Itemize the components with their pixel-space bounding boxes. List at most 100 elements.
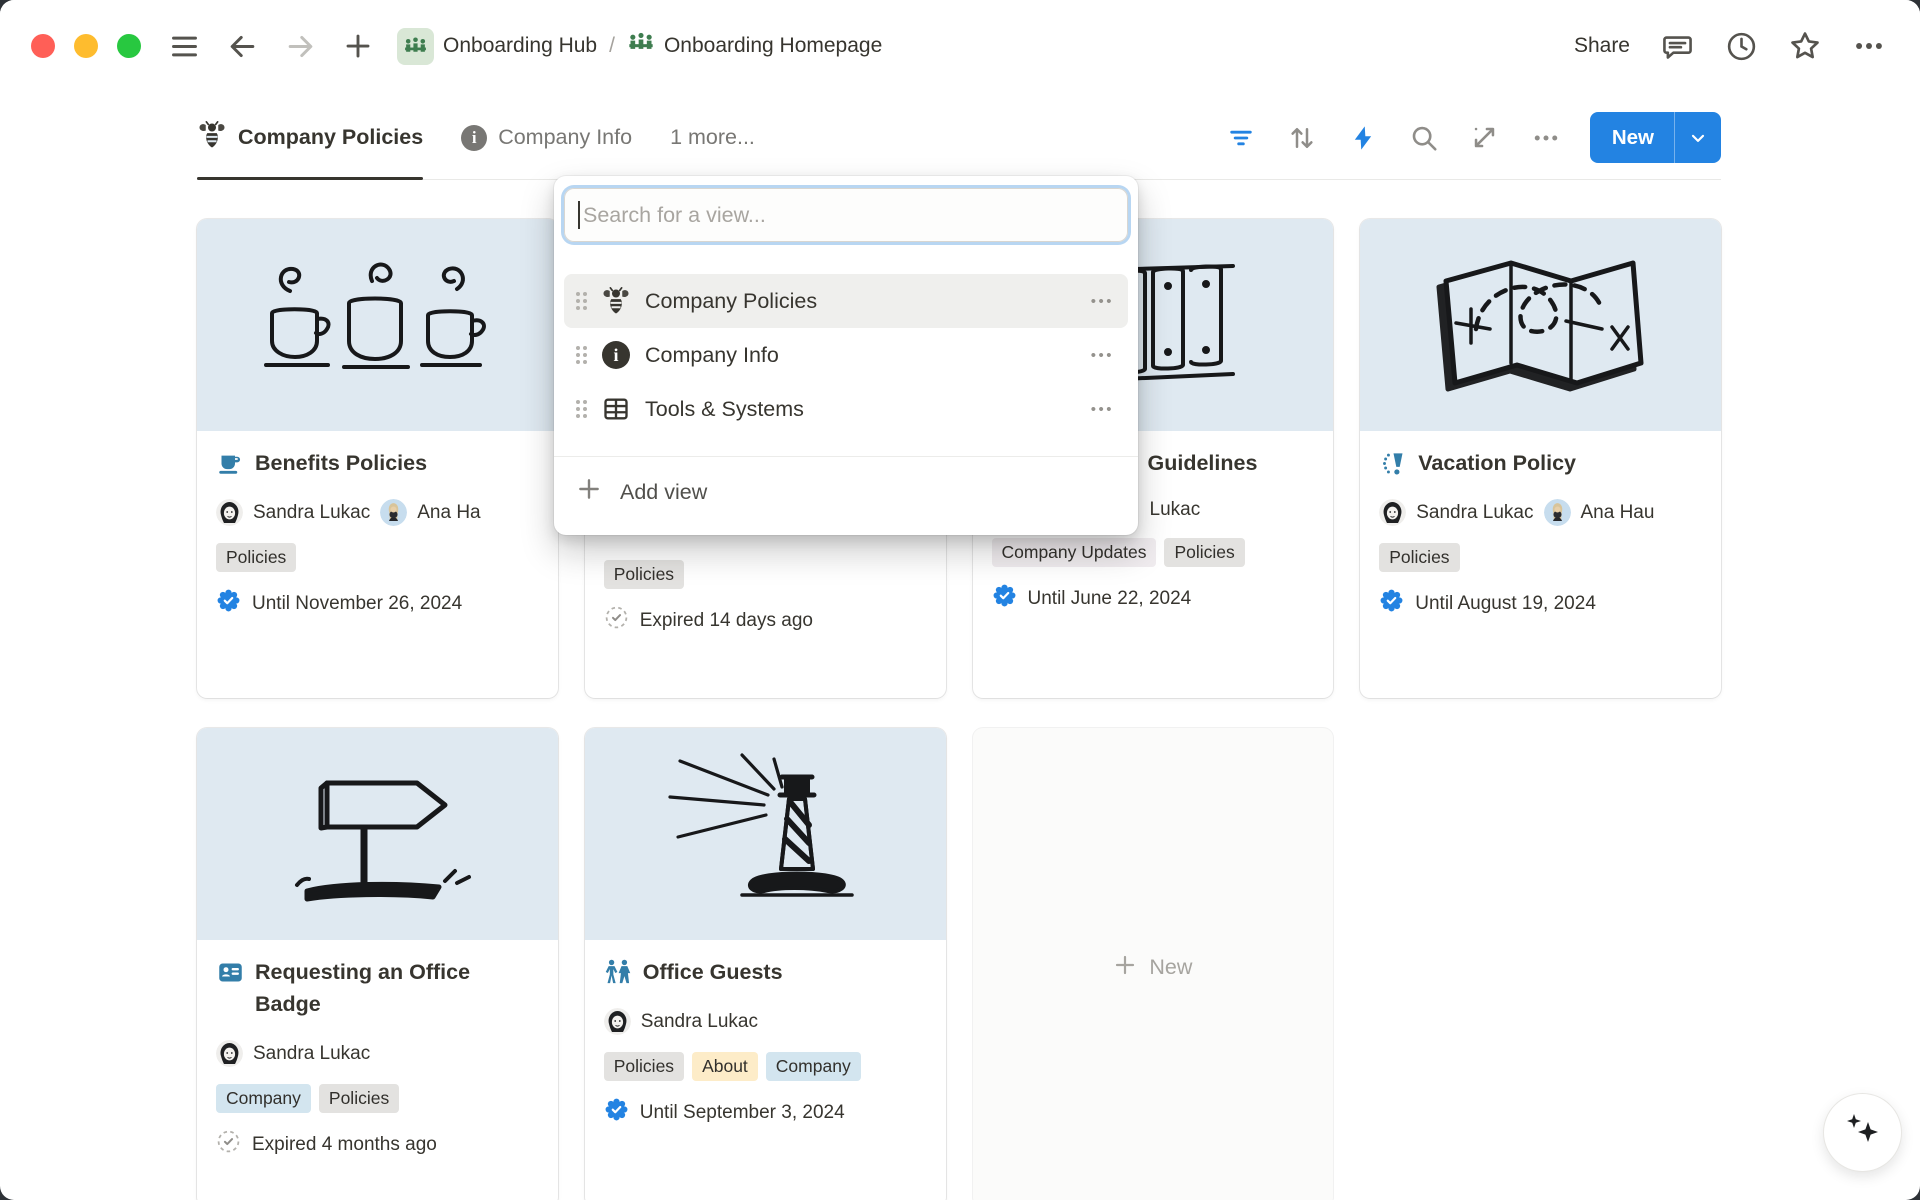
add-view-label: Add view <box>620 480 707 505</box>
chevron-down-icon[interactable] <box>1675 128 1721 148</box>
card-vacation-policy[interactable]: Vacation Policy Sandra Lukac Ana Hau Pol… <box>1360 219 1721 698</box>
add-view-button[interactable]: Add view <box>564 465 1128 519</box>
tab-more-views[interactable]: 1 more... <box>670 96 755 179</box>
minimize-window-button[interactable] <box>74 34 98 58</box>
coffee-cup-icon <box>216 449 244 477</box>
card-cover-signpost-doodle <box>197 728 558 940</box>
drag-handle-icon[interactable] <box>574 398 589 420</box>
view-row-label: Company Policies <box>645 289 817 314</box>
card-title-text: Vacation Policy <box>1418 447 1576 479</box>
forward-arrow-icon[interactable] <box>283 29 317 63</box>
avatar <box>604 1008 631 1035</box>
new-card-button[interactable]: New <box>973 728 1334 1200</box>
expired-check-icon <box>216 1129 241 1160</box>
tab-company-policies[interactable]: Company Policies <box>197 96 423 179</box>
share-button[interactable]: Share <box>1574 34 1630 58</box>
sparkles-icon <box>1841 1108 1885 1157</box>
new-card-label: New <box>1149 955 1192 980</box>
card-cover-map-doodle <box>1360 219 1721 431</box>
row-more-icon[interactable]: ••• <box>1091 401 1118 418</box>
card-requesting-office-badge[interactable]: Requesting an Office Badge Sandra Lukac … <box>197 728 558 1200</box>
owner-name-visible: Lukac <box>1150 499 1201 521</box>
avatar <box>216 499 243 526</box>
tag-pill: Company <box>766 1052 861 1081</box>
plus-icon <box>576 476 602 508</box>
two-people-icon <box>604 958 632 986</box>
tag-pill: Policies <box>216 543 296 572</box>
table-icon <box>601 394 631 424</box>
close-window-button[interactable] <box>31 34 55 58</box>
card-cover-lighthouse-doodle <box>585 728 946 940</box>
verified-badge-icon <box>216 588 241 619</box>
comment-icon[interactable] <box>1660 29 1694 63</box>
tag-pill: Policies <box>604 1052 684 1081</box>
view-row-label: Tools & Systems <box>645 397 804 422</box>
history-clock-icon[interactable] <box>1724 29 1758 63</box>
view-row-tools-systems[interactable]: Tools & Systems ••• <box>564 382 1128 436</box>
top-bar: Onboarding Hub / Onboarding Homepage Sha… <box>0 0 1920 92</box>
verified-badge-icon <box>1379 588 1404 619</box>
new-button[interactable]: New <box>1590 112 1721 163</box>
dropdown-divider <box>554 456 1138 457</box>
avatar <box>380 499 407 526</box>
avatar <box>1379 499 1406 526</box>
ai-assistant-button[interactable] <box>1824 1094 1901 1171</box>
info-icon: i <box>461 125 487 151</box>
view-row-label: Company Info <box>645 343 779 368</box>
row-more-icon[interactable]: ••• <box>1091 293 1118 310</box>
view-search-input[interactable]: Search for a view... <box>564 188 1128 242</box>
expired-check-icon <box>604 605 629 636</box>
people-meeting-icon <box>627 29 655 63</box>
view-row-company-info[interactable]: i Company Info ••• <box>564 328 1128 382</box>
breadcrumb: Onboarding Hub / Onboarding Homepage <box>397 28 882 65</box>
info-icon: i <box>601 340 631 370</box>
id-badge-icon <box>216 958 244 986</box>
star-icon[interactable] <box>1788 29 1822 63</box>
view-row-company-policies[interactable]: Company Policies ••• <box>564 274 1128 328</box>
zoom-window-button[interactable] <box>117 34 141 58</box>
back-arrow-icon[interactable] <box>225 29 259 63</box>
expand-icon[interactable] <box>1468 121 1502 155</box>
tab-label: Company Info <box>498 125 632 150</box>
window-controls <box>31 34 141 58</box>
search-icon[interactable] <box>1407 121 1441 155</box>
avatar <box>1544 499 1571 526</box>
card-owners: Sandra Lukac Ana Hau <box>1379 499 1702 526</box>
tab-company-info[interactable]: i Company Info <box>461 96 632 179</box>
sun-alert-icon <box>1379 449 1407 477</box>
drag-handle-icon[interactable] <box>574 344 589 366</box>
bee-icon <box>601 286 631 316</box>
tag-pill: Company Updates <box>992 538 1157 567</box>
filter-icon[interactable] <box>1224 121 1258 155</box>
row-more-icon[interactable]: ••• <box>1091 347 1118 364</box>
card-owners: Sandra Lukac <box>604 1008 927 1035</box>
more-ellipsis-icon[interactable] <box>1529 121 1563 155</box>
tag-pill: Policies <box>604 560 684 589</box>
card-benefits-policies[interactable]: Benefits Policies Sandra Lukac Ana Ha Po… <box>197 219 558 698</box>
search-placeholder: Search for a view... <box>583 203 766 228</box>
card-office-guests[interactable]: Office Guests Sandra Lukac Policies Abou… <box>585 728 946 1200</box>
card-owners: Sandra Lukac Ana Ha <box>216 499 539 526</box>
app-window: Onboarding Hub / Onboarding Homepage Sha… <box>0 0 1920 1200</box>
verified-badge-icon <box>992 583 1017 614</box>
status-text: Until June 22, 2024 <box>1028 588 1192 610</box>
tag-pill: About <box>692 1052 758 1081</box>
card-cover-mugs-doodle <box>197 219 558 431</box>
bee-icon <box>197 120 227 156</box>
drag-handle-icon[interactable] <box>574 290 589 312</box>
lightning-icon[interactable] <box>1346 121 1380 155</box>
breadcrumb-root[interactable]: Onboarding Hub <box>443 34 597 58</box>
plus-icon <box>1113 953 1137 983</box>
view-switcher-dropdown: Search for a view... Company Policies ••… <box>554 176 1138 535</box>
text-caret <box>578 201 580 229</box>
tab-label: Company Policies <box>238 125 423 150</box>
owner-name: Ana Hau <box>1581 502 1655 524</box>
sort-icon[interactable] <box>1285 121 1319 155</box>
card-owners: Lukac <box>1150 499 1315 521</box>
menu-icon[interactable] <box>167 29 201 63</box>
new-page-plus-icon[interactable] <box>341 29 375 63</box>
tag-pill: Company <box>216 1084 311 1113</box>
tag-pill: Policies <box>319 1084 399 1113</box>
breadcrumb-page[interactable]: Onboarding Homepage <box>664 34 882 58</box>
more-ellipsis-icon[interactable] <box>1852 29 1886 63</box>
